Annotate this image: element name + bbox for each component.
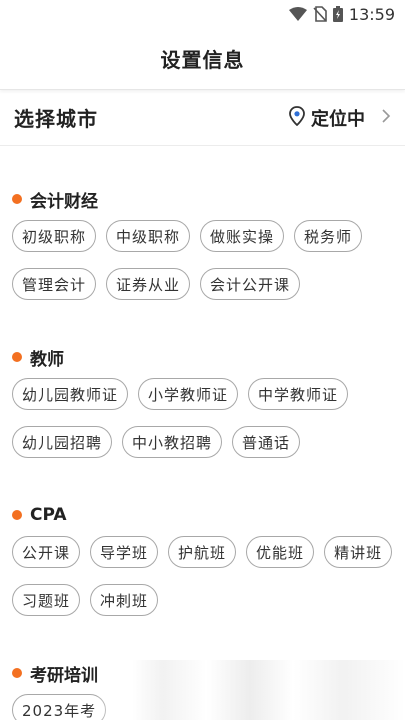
section-header: 会计财经 <box>12 186 393 212</box>
tag-chip[interactable]: 会计公开课 <box>200 268 301 300</box>
section-accounting: 会计财经 初级职称 中级职称 做账实操 税务师 管理会计 证券从业 会计公开课 <box>12 186 393 300</box>
tag-chip[interactable]: 税务师 <box>294 220 363 252</box>
tag-list: 初级职称 中级职称 做账实操 税务师 管理会计 证券从业 会计公开课 <box>12 220 393 300</box>
tag-chip[interactable]: 幼儿园招聘 <box>12 426 113 458</box>
section-header: CPA <box>12 502 393 528</box>
tag-chip[interactable]: 中小教招聘 <box>122 426 223 458</box>
tag-chip[interactable]: 精讲班 <box>324 536 393 568</box>
tag-chip[interactable]: 中级职称 <box>106 220 191 252</box>
tag-chip[interactable]: 中学教师证 <box>248 378 349 410</box>
tag-chip[interactable]: 公开课 <box>12 536 81 568</box>
tag-chip[interactable]: 护航班 <box>168 536 237 568</box>
section-title: 考研培训 <box>30 665 98 686</box>
title-bar: 设置信息 <box>0 28 405 90</box>
tag-chip[interactable]: 管理会计 <box>12 268 97 300</box>
section-cpa: CPA 公开课 导学班 护航班 优能班 精讲班 习题班 冲刺班 <box>12 502 393 616</box>
section-header: 考研培训 <box>12 660 393 686</box>
section-teacher: 教师 幼儿园教师证 小学教师证 中学教师证 幼儿园招聘 中小教招聘 普通话 <box>12 344 393 458</box>
tag-list: 幼儿园教师证 小学教师证 中学教师证 幼儿园招聘 中小教招聘 普通话 <box>12 378 393 458</box>
tag-chip[interactable]: 做账实操 <box>200 220 285 252</box>
bullet-dot-icon <box>12 194 22 204</box>
page-title: 设置信息 <box>160 48 245 72</box>
battery-charging-icon <box>332 6 343 22</box>
section-title: 教师 <box>30 349 64 370</box>
tag-chip[interactable]: 导学班 <box>90 536 159 568</box>
bullet-dot-icon <box>12 668 22 678</box>
bullet-dot-icon <box>12 352 22 362</box>
tag-chip[interactable]: 优能班 <box>246 536 315 568</box>
chevron-right-icon <box>381 108 391 128</box>
tag-chip[interactable]: 小学教师证 <box>138 378 239 410</box>
tag-list: 2023年考 <box>12 694 393 720</box>
section-title: CPA <box>30 505 67 525</box>
tag-chip[interactable]: 证券从业 <box>106 268 191 300</box>
section-postgrad: 考研培训 2023年考 <box>12 660 393 720</box>
city-label: 选择城市 <box>14 107 98 131</box>
locate-button[interactable]: 定位中 <box>289 105 391 131</box>
tag-chip[interactable]: 初级职称 <box>12 220 97 252</box>
status-time: 13:59 <box>348 4 395 24</box>
tag-chip[interactable]: 冲刺班 <box>90 584 159 616</box>
location-pin-icon <box>289 105 305 130</box>
tag-list: 公开课 导学班 护航班 优能班 精讲班 习题班 冲刺班 <box>12 536 393 616</box>
section-header: 教师 <box>12 344 393 370</box>
tag-chip[interactable]: 幼儿园教师证 <box>12 378 129 410</box>
category-list: 会计财经 初级职称 中级职称 做账实操 税务师 管理会计 证券从业 会计公开课 … <box>0 186 405 720</box>
tag-chip[interactable]: 2023年考 <box>12 694 107 720</box>
city-selector-row[interactable]: 选择城市 定位中 <box>0 90 405 146</box>
section-title: 会计财经 <box>30 191 98 212</box>
wifi-icon <box>288 7 307 21</box>
locate-status-text: 定位中 <box>311 108 365 130</box>
tag-chip[interactable]: 习题班 <box>12 584 81 616</box>
tag-chip[interactable]: 普通话 <box>232 426 301 458</box>
bullet-dot-icon <box>12 510 22 520</box>
no-sim-icon <box>313 6 327 22</box>
status-bar: 13:59 <box>0 0 405 28</box>
